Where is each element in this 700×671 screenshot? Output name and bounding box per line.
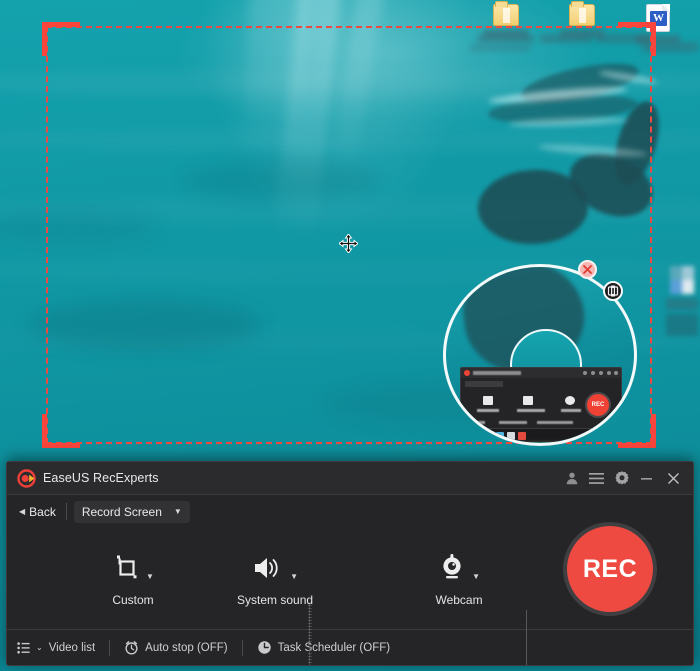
nested-app-window: REC	[460, 367, 622, 429]
alarm-clock-icon	[124, 640, 139, 655]
settings-gear-icon[interactable]	[609, 466, 634, 491]
webcam-icon	[438, 553, 466, 581]
webcam-option[interactable]: ▼ Webcam	[411, 551, 507, 607]
nested-crop-icon	[483, 396, 493, 405]
app-title: EaseUS RecExperts	[43, 471, 159, 485]
move-cursor	[339, 234, 358, 253]
window-titlebar[interactable]: EaseUS RecExperts	[7, 462, 693, 495]
rec-button-wrapper: REC	[563, 522, 657, 616]
close-button[interactable]	[659, 466, 687, 491]
webcam-close-icon[interactable]	[578, 260, 597, 279]
speaker-icon	[252, 555, 284, 581]
chevron-down-icon[interactable]: ▼	[146, 572, 154, 581]
nested-taskbar	[460, 429, 604, 442]
statusbar-divider	[241, 639, 243, 656]
desktop-icon-edge-blurred[interactable]	[664, 262, 700, 346]
nested-statusbar	[465, 421, 617, 425]
back-label: Back	[29, 504, 56, 519]
record-mode-dropdown[interactable]: Record Screen ▼	[73, 500, 190, 523]
rec-button-label: REC	[582, 554, 638, 583]
back-button[interactable]: ◀ Back	[15, 502, 64, 522]
chevron-down-icon[interactable]: ▼	[290, 572, 298, 581]
webcam-label: Webcam	[435, 592, 483, 607]
auto-stop-label: Auto stop (OFF)	[145, 641, 228, 654]
desktop-blurred-text-2	[540, 34, 592, 43]
record-mode-label: Record Screen	[81, 504, 162, 519]
audio-dotted-divider	[308, 604, 312, 665]
audio-option[interactable]: ▼ System sound	[225, 551, 325, 607]
chevron-down-icon: ▼	[173, 506, 182, 516]
statusbar-divider	[109, 639, 111, 656]
recexperts-logo	[17, 468, 36, 488]
word-document-icon: W	[646, 4, 670, 32]
capture-area-option[interactable]: ▼ Custom	[85, 551, 181, 607]
desktop-blurred-text-4	[642, 42, 698, 52]
screenshot-root: W REC EaseUS RecExperts ◀ Back Record Sc…	[0, 0, 700, 671]
toolbar-divider	[65, 503, 67, 520]
auto-stop-button[interactable]: Auto stop (OFF)	[124, 640, 228, 655]
folder-icon	[569, 1, 595, 26]
nested-rec-button: REC	[585, 392, 611, 418]
list-icon	[17, 641, 32, 654]
desktop-blurred-text-5	[470, 44, 530, 52]
video-list-label: Video list	[48, 641, 96, 654]
video-list-button[interactable]: ⌄ Video list	[17, 642, 95, 654]
desktop-blurred-text-1	[478, 34, 534, 43]
task-scheduler-label: Task Scheduler (OFF)	[277, 641, 391, 654]
minimize-button[interactable]	[634, 466, 659, 491]
task-scheduler-button[interactable]: Task Scheduler (OFF)	[257, 640, 390, 655]
window-statusbar: ⌄ Video list Auto stop (OFF) Task Schedu…	[7, 630, 693, 665]
nested-webcam-icon	[565, 396, 575, 405]
nested-speaker-icon	[523, 396, 533, 405]
nested-app-titlebar	[461, 368, 621, 378]
chevron-down-icon[interactable]: ▼	[472, 572, 480, 581]
clock-icon	[257, 640, 272, 655]
chevron-down-icon: ⌄	[36, 642, 43, 652]
menu-icon[interactable]	[584, 466, 609, 491]
nested-app-toolbar	[465, 381, 503, 387]
rec-button[interactable]: REC	[563, 522, 657, 616]
audio-label: System sound	[237, 592, 314, 607]
rec-divider	[526, 610, 527, 665]
capture-area-label: Custom	[112, 592, 154, 607]
back-caret-icon: ◀	[19, 506, 26, 516]
folder-icon	[493, 1, 519, 26]
account-icon[interactable]	[559, 466, 584, 491]
word-badge: W	[650, 11, 667, 26]
crop-icon	[112, 553, 140, 581]
webcam-settings-icon[interactable]	[603, 281, 623, 301]
swimmer-silhouette	[468, 55, 668, 275]
